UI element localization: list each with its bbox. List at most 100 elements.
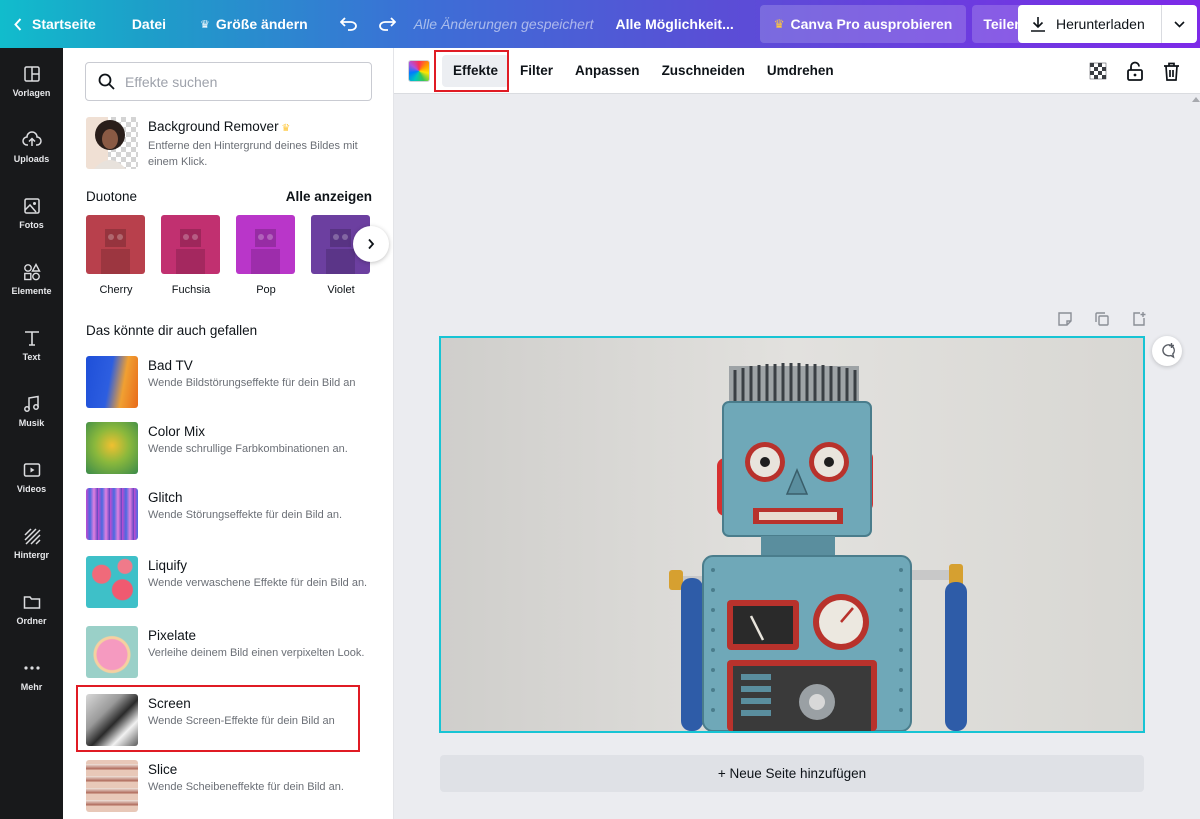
add-page-button[interactable]: + Neue Seite hinzufügen [440,755,1144,792]
rail-label: Videos [16,484,47,494]
effect-description: Verleihe deinem Bild einen verpixelten L… [148,647,365,659]
rail-photos[interactable]: Fotos [0,180,63,246]
effect-description: Wende Bildstörungseffekte für dein Bild … [148,377,356,389]
suggestions-header: Das könnte dir auch gefallen [86,323,372,338]
rail-videos[interactable]: Videos [0,444,63,510]
effect-text: Slice Wende Scheibeneffekte für dein Bil… [148,760,372,812]
effect-background-remover[interactable]: Background Remover ♛ Entferne den Hinter… [86,117,376,169]
robot-photo [441,338,1143,731]
duotone-see-all-link[interactable]: Alle anzeigen [286,189,372,204]
scroll-up-arrow[interactable] [1192,97,1200,102]
slice-thumbnail [86,760,138,812]
design-page[interactable] [439,336,1145,733]
text-icon [24,331,39,346]
effect-description: Entferne den Hintergrund deines Bildes m… [148,140,358,168]
toolbar-right-actions [1079,48,1190,94]
effects-search-input[interactable] [125,73,355,90]
add-note-button[interactable] [1046,311,1083,327]
duotone-pop[interactable]: Pop [236,215,296,296]
file-label: Datei [131,16,167,32]
undo-button[interactable] [320,0,368,48]
rail-folder[interactable]: Ordner [0,576,63,642]
effect-description: Wende schrullige Farbkombinationen an. [148,443,348,455]
transparency-icon [1089,62,1106,80]
home-button[interactable]: Startseite [0,0,108,48]
duotone-cherry[interactable]: Cherry [86,215,146,296]
effect-bad-tv[interactable]: Bad TV Wende Bildstörungseffekte für dei… [86,356,376,408]
rail-text[interactable]: Text [0,312,63,378]
crop-button[interactable]: Zuschneiden [651,55,756,87]
undo-icon [339,17,357,31]
download-button[interactable]: Herunterladen [1018,5,1162,43]
download-options-button[interactable] [1162,20,1196,28]
effect-text: Bad TV Wende Bildstörungseffekte für dei… [148,356,372,408]
color-swatch-button[interactable] [408,59,430,82]
delete-button[interactable] [1153,62,1190,81]
lock-button[interactable] [1116,61,1153,81]
folder-icon [23,596,40,609]
redo-button[interactable] [368,0,406,48]
rail-templates[interactable]: Vorlagen [0,48,63,114]
left-rail: Vorlagen Uploads Fotos Elemente Text Mus… [0,48,63,819]
comment-button[interactable] [1152,336,1182,366]
rail-elements[interactable]: Elemente [0,246,63,312]
rail-label: Hintergr [13,550,49,560]
effect-description: Wende Störungseffekte für dein Bild an. [148,509,343,521]
templates-icon [23,66,40,82]
duotone-heading: Duotone [86,189,138,204]
duplicate-page-button[interactable] [1083,311,1120,327]
bad-tv-thumbnail [86,356,138,408]
rail-background[interactable]: Hintergr [0,510,63,576]
effect-description: Wende verwaschene Effekte für dein Bild … [148,577,368,589]
video-icon [23,463,40,477]
duplicate-icon [1094,312,1109,326]
transparency-button[interactable] [1079,62,1116,80]
effect-liquify[interactable]: Liquify Wende verwaschene Effekte für de… [86,556,376,608]
file-menu-button[interactable]: Datei [108,0,178,48]
chevron-left-icon [14,17,22,31]
robot-icon [251,229,280,274]
duotone-fuchsia[interactable]: Fuchsia [161,215,221,296]
effect-title: Color Mix [148,424,206,439]
photo-icon [23,198,40,214]
duotone-label: Cherry [99,284,133,296]
duotone-label: Fuchsia [171,284,211,296]
resize-label: Größe ändern [215,16,308,32]
duotone-header: Duotone Alle anzeigen [86,189,372,204]
effect-pixelate[interactable]: Pixelate Verleihe deinem Bild einen verp… [86,626,376,678]
effect-slice[interactable]: Slice Wende Scheibeneffekte für dein Bil… [86,760,376,812]
rail-more[interactable]: Mehr [0,642,63,708]
effect-text: Glitch Wende Störungseffekte für dein Bi… [148,488,372,540]
duotone-next-button[interactable] [353,226,389,262]
rail-uploads[interactable]: Uploads [0,114,63,180]
effect-color-mix[interactable]: Color Mix Wende schrullige Farbkombinati… [86,422,376,474]
filter-button[interactable]: Filter [509,55,564,87]
more-icon [23,666,40,670]
try-pro-button[interactable]: ♛ Canva Pro ausprobieren [759,5,967,43]
pro-label: Canva Pro ausprobieren [790,16,953,32]
duotone-label: Pop [256,284,276,296]
effect-text: Background Remover ♛ Entferne den Hinter… [148,117,372,169]
crown-icon: ♛ [773,17,785,31]
comment-add-icon [1162,343,1175,359]
adjust-button[interactable]: Anpassen [564,55,651,87]
crown-icon: ♛ [278,123,291,134]
liquify-thumbnail [86,556,138,608]
redo-icon [378,17,396,31]
duotone-thumbnail [161,215,220,274]
download-button-group: Herunterladen [1018,5,1197,43]
upload-cloud-icon [21,131,42,146]
add-page-icon-button[interactable] [1120,311,1157,327]
flip-button[interactable]: Umdrehen [756,55,845,87]
effects-search[interactable] [85,62,372,101]
person-silhouette-icon [86,117,126,169]
rail-label: Uploads [13,154,50,164]
glitch-thumbnail [86,488,138,540]
resize-button[interactable]: ♛ Größe ändern [178,0,320,48]
all-options-button[interactable]: Alle Möglichkeit... [602,0,748,48]
effect-glitch[interactable]: Glitch Wende Störungseffekte für dein Bi… [86,488,376,540]
robot-icon [176,229,205,274]
rail-music[interactable]: Musik [0,378,63,444]
download-icon [1031,17,1045,32]
trash-icon [1164,62,1179,81]
